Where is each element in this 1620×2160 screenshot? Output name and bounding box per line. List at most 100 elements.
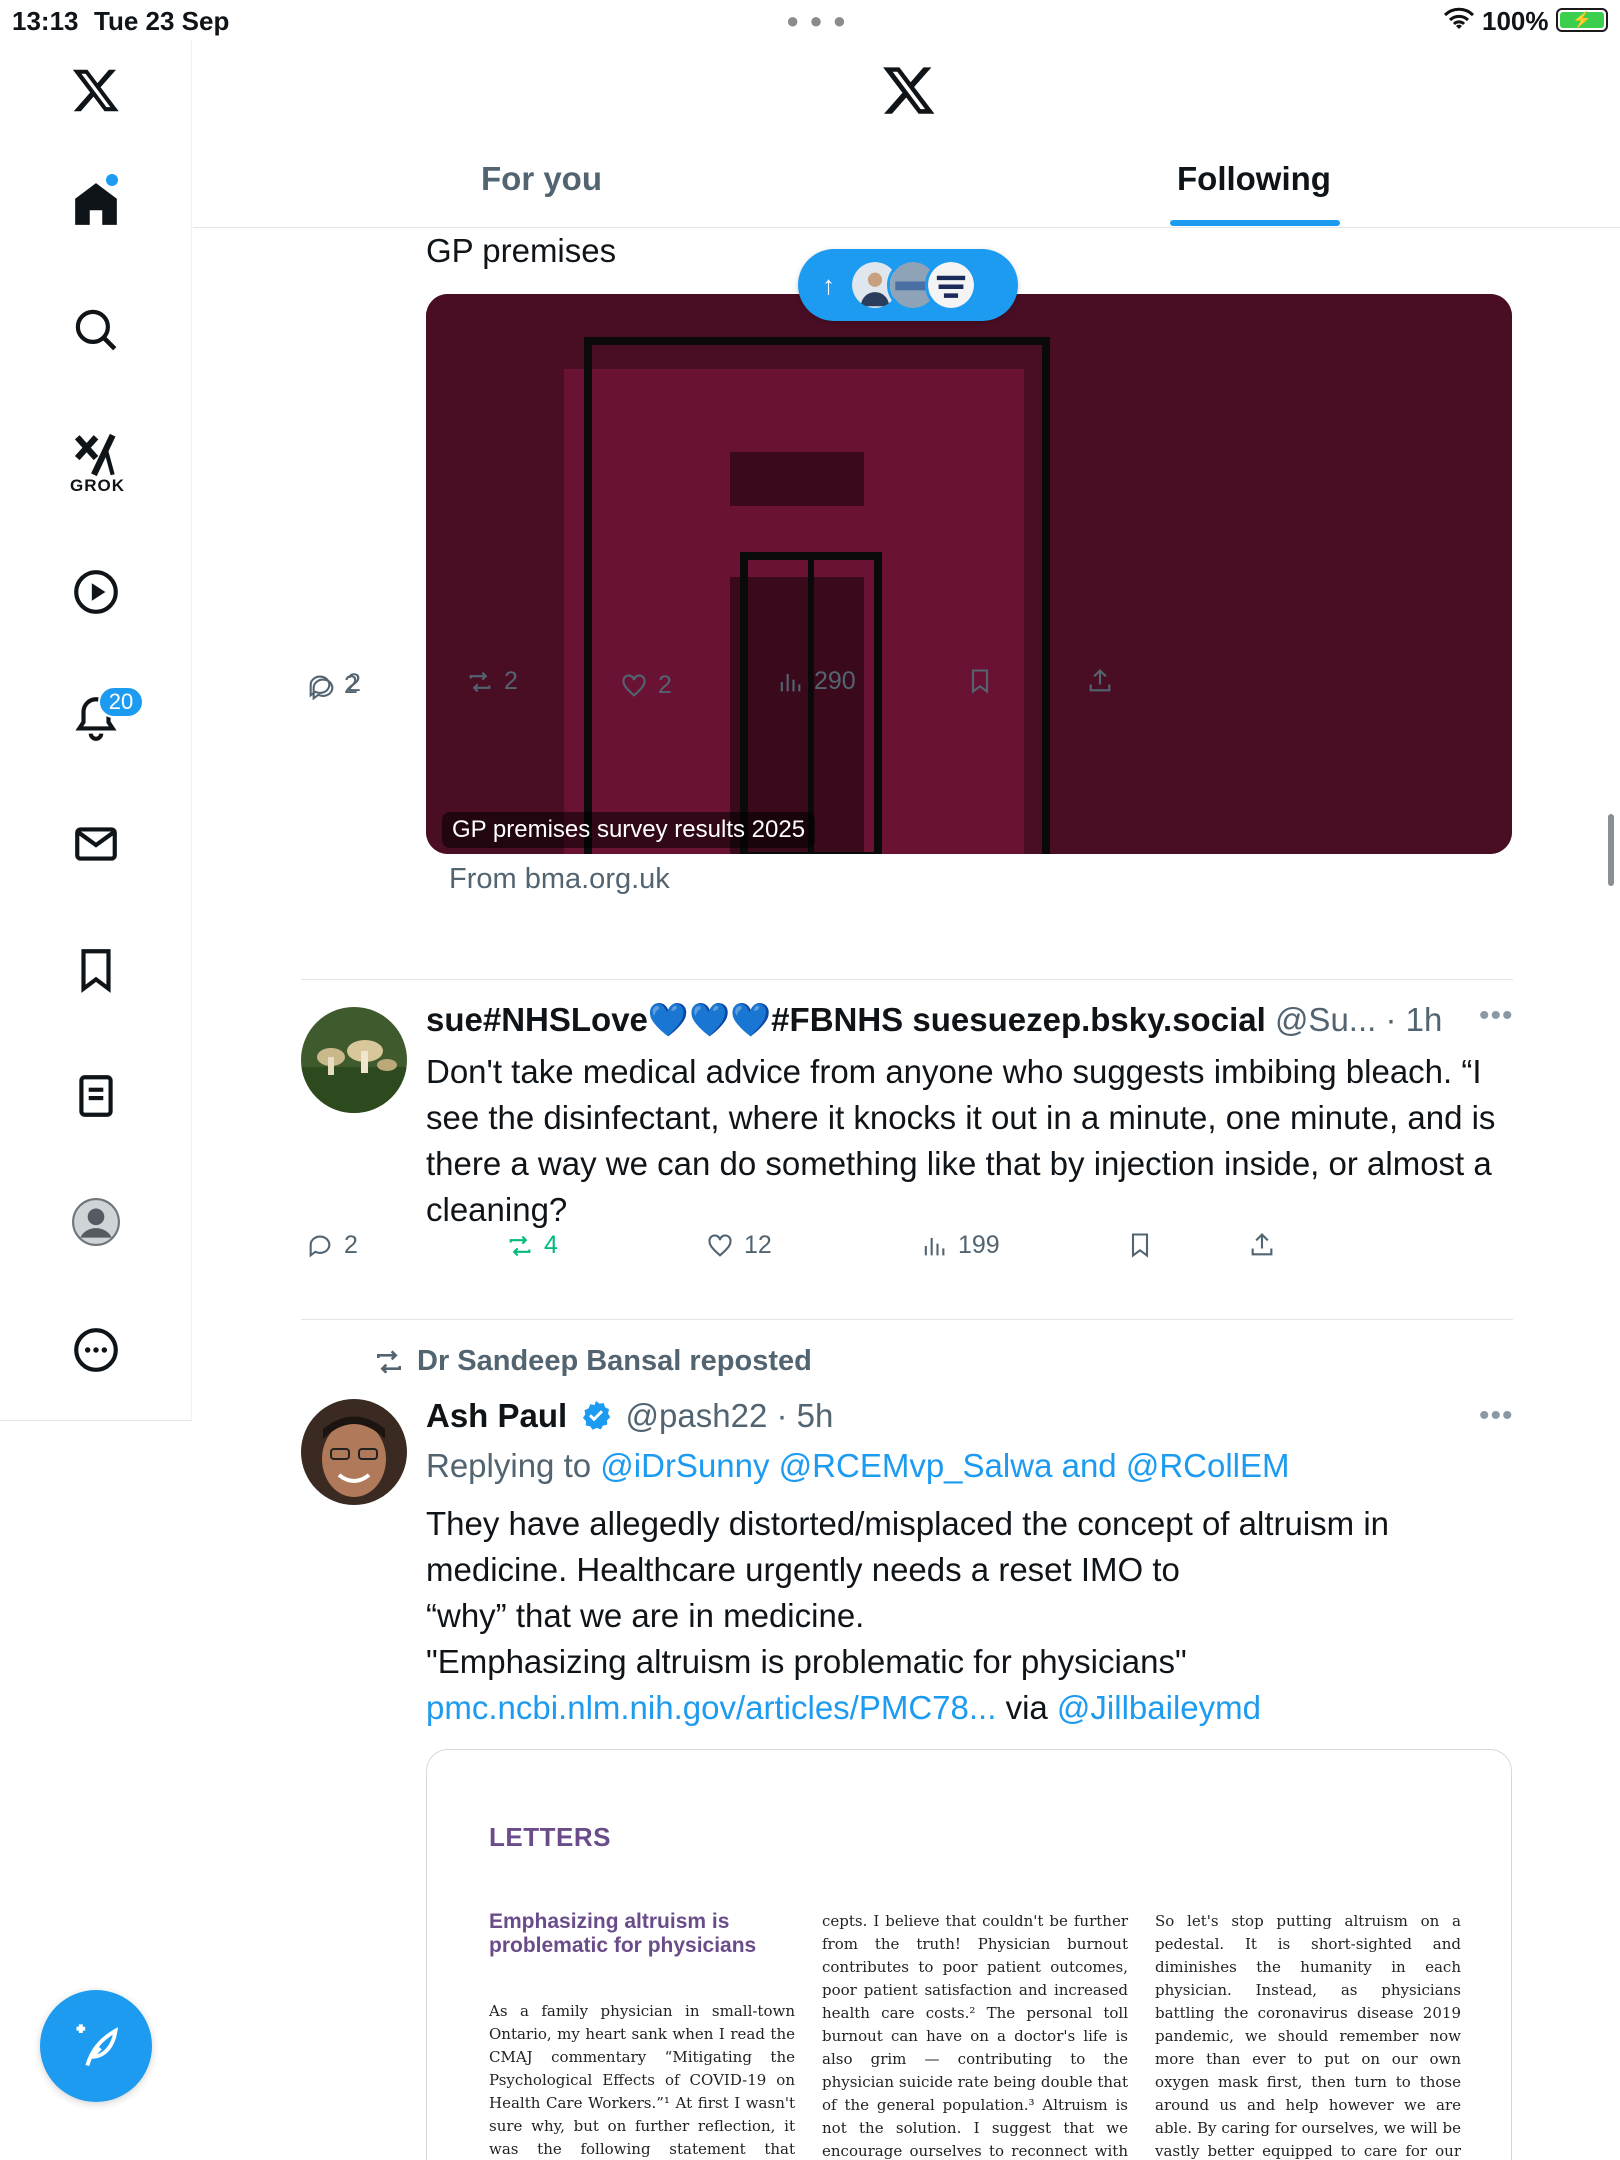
battery-percent: 100%	[1482, 6, 1549, 36]
via-label: via	[1005, 1689, 1048, 1726]
home-icon[interactable]	[56, 164, 136, 244]
views-button[interactable]: 199	[920, 1231, 1000, 1260]
notification-badge: 20	[98, 686, 144, 718]
author-name[interactable]: sue#NHSLove💙💙💙#FBNHS suesuezep.bsky.soci…	[426, 1001, 1266, 1038]
document-icon[interactable]	[56, 1056, 136, 1136]
bookmark-icon[interactable]	[56, 930, 136, 1010]
share-button[interactable]	[1248, 1231, 1276, 1259]
mail-icon[interactable]	[56, 804, 136, 884]
handle-time[interactable]: @pash22 · 5h	[626, 1397, 834, 1434]
sidebar	[0, 40, 192, 1420]
like-count: 2	[658, 671, 672, 699]
bookmark-button[interactable]	[1126, 1231, 1154, 1259]
tab-for-you[interactable]: For you	[481, 160, 602, 198]
article-link[interactable]: pmc.ncbi.nlm.nih.gov/articles/PMC78...	[426, 1689, 996, 1726]
status-time: 13:13	[12, 6, 79, 36]
multitasking-dots-icon[interactable]: ● ● ●	[786, 8, 848, 34]
avatar[interactable]	[301, 1007, 407, 1113]
sue-post-toolbar: 2 4 12 199	[306, 1231, 1516, 1271]
avatar[interactable]	[301, 1399, 407, 1505]
reply-count: 2	[344, 1231, 358, 1259]
card-post-title: GP premises	[426, 232, 617, 269]
play-icon[interactable]	[56, 552, 136, 632]
status-bar: 13:13 Tue 23 Sep ● ● ● 100% ⚡	[0, 0, 1620, 40]
sidebar-divider	[0, 1420, 192, 1421]
post-divider	[301, 1319, 1513, 1320]
author-name[interactable]: Ash Paul	[426, 1397, 567, 1434]
card-source[interactable]: From bma.org.uk	[449, 863, 670, 896]
post-header: Ash Paul @pash22 · 5h	[426, 1397, 833, 1435]
bookmark-icon	[971, 669, 989, 694]
battery-icon: ⚡	[1556, 8, 1608, 32]
avatar-mushrooms-image	[301, 1007, 407, 1113]
card-share-button[interactable]	[1086, 667, 1114, 695]
card-views-button[interactable]: 290	[776, 667, 856, 696]
verified-badge-icon	[583, 1401, 611, 1430]
search-icon[interactable]	[56, 290, 136, 370]
views-chart-icon	[780, 673, 801, 691]
compose-button[interactable]	[40, 1990, 152, 2102]
views-count: 199	[958, 1231, 1000, 1259]
avatar-icon[interactable]	[56, 1182, 136, 1262]
reply-mention-last[interactable]: @RCollEM	[1126, 1447, 1290, 1484]
pill-avatar-3	[925, 259, 977, 311]
post-text: They have allegedly distorted/misplaced …	[426, 1501, 1516, 1731]
tab-following[interactable]: Following	[1177, 160, 1331, 198]
arrow-up-icon: ↑	[822, 269, 835, 300]
share-icon	[1251, 1233, 1273, 1256]
post-text-line-4: pmc.ncbi.nlm.nih.gov/articles/PMC78... v…	[426, 1685, 1516, 1731]
card-reply-button[interactable]: 2	[306, 671, 358, 700]
reply-count: 2	[344, 671, 358, 699]
reply-button[interactable]: 2	[306, 1231, 358, 1260]
replying-prefix: Replying to	[426, 1447, 592, 1484]
timeline-feed: GP premises GP premises survey results 2…	[193, 229, 1620, 2160]
letter-column-2: cepts. I believe that couldn't be furthe…	[822, 1912, 1128, 2160]
more-options-icon[interactable]: •••	[1479, 999, 1514, 1033]
views-count: 290	[814, 667, 856, 695]
reply-and: and	[1061, 1447, 1117, 1484]
repost-context-text[interactable]: Dr Sandeep Bansal reposted	[417, 1345, 812, 1378]
bookmark-icon	[1131, 1233, 1149, 1258]
post-divider	[301, 979, 1513, 980]
repost-icon	[509, 1235, 531, 1256]
letter-title: Emphasizing altruism is problematic for …	[489, 1910, 757, 1957]
repost-context: Dr Sandeep Bansal reposted	[373, 1345, 812, 1378]
home-unread-dot	[106, 174, 118, 186]
reply-icon	[309, 1235, 331, 1257]
new-posts-pill[interactable]: ↑	[798, 249, 1018, 321]
handle-time[interactable]: @Su... · 1h	[1275, 1001, 1442, 1038]
scrollbar[interactable]	[1608, 814, 1614, 886]
reply-mentions[interactable]: @iDrSunny @RCEMvp_Salwa	[600, 1447, 1052, 1484]
post-text-line-1: They have allegedly distorted/misplaced …	[426, 1505, 1390, 1588]
post-text-line-2: “why” that we are in medicine.	[426, 1597, 865, 1634]
repost-button[interactable]: 4	[506, 1231, 558, 1260]
card-caption: GP premises survey results 2025	[442, 812, 816, 848]
like-button[interactable]: 12	[706, 1231, 772, 1260]
repost-count: 2	[504, 667, 518, 695]
post-header: sue#NHSLove💙💙💙#FBNHS suesuezep.bsky.soci…	[426, 1001, 1442, 1040]
attached-letter-image[interactable]: LETTERS Emphasizing altruism is problema…	[426, 1749, 1512, 2160]
views-chart-icon	[924, 1237, 945, 1255]
letter-section-heading: LETTERS	[489, 1822, 611, 1852]
like-count: 12	[744, 1231, 772, 1259]
repost-count: 4	[544, 1231, 558, 1259]
replying-to: Replying to @iDrSunny @RCEMvp_Salwa and …	[426, 1443, 1290, 1489]
wifi-icon	[1444, 7, 1474, 29]
repost-icon	[377, 1349, 401, 1374]
letter-column-1: Emphasizing altruism is problematic for …	[489, 1910, 795, 2160]
post-text-line-3: "Emphasizing altruism is problematic for…	[426, 1643, 1187, 1680]
x-logo-icon[interactable]	[56, 50, 136, 130]
link-card-image[interactable]: GP premises survey results 2025	[426, 294, 1512, 854]
letter-column-3: So let's stop putting altruism on a pede…	[1155, 1912, 1461, 2160]
more-circle-icon[interactable]	[56, 1310, 136, 1390]
card-bookmark-button[interactable]	[966, 667, 994, 695]
avatar-portrait-image	[301, 1399, 407, 1505]
card-post-toolbar: 2 2 2 290	[306, 667, 1516, 711]
via-mention[interactable]: @Jillbaileymd	[1057, 1689, 1261, 1726]
card-like-button[interactable]: 2	[620, 671, 672, 700]
compose-feather-icon	[76, 2024, 118, 2067]
more-options-icon[interactable]: •••	[1479, 1399, 1514, 1433]
letter-col1-text: As a family physician in small-town Onta…	[489, 2002, 795, 2158]
x-logo-icon[interactable]	[881, 62, 937, 118]
card-repost-button[interactable]: 2	[466, 667, 518, 696]
